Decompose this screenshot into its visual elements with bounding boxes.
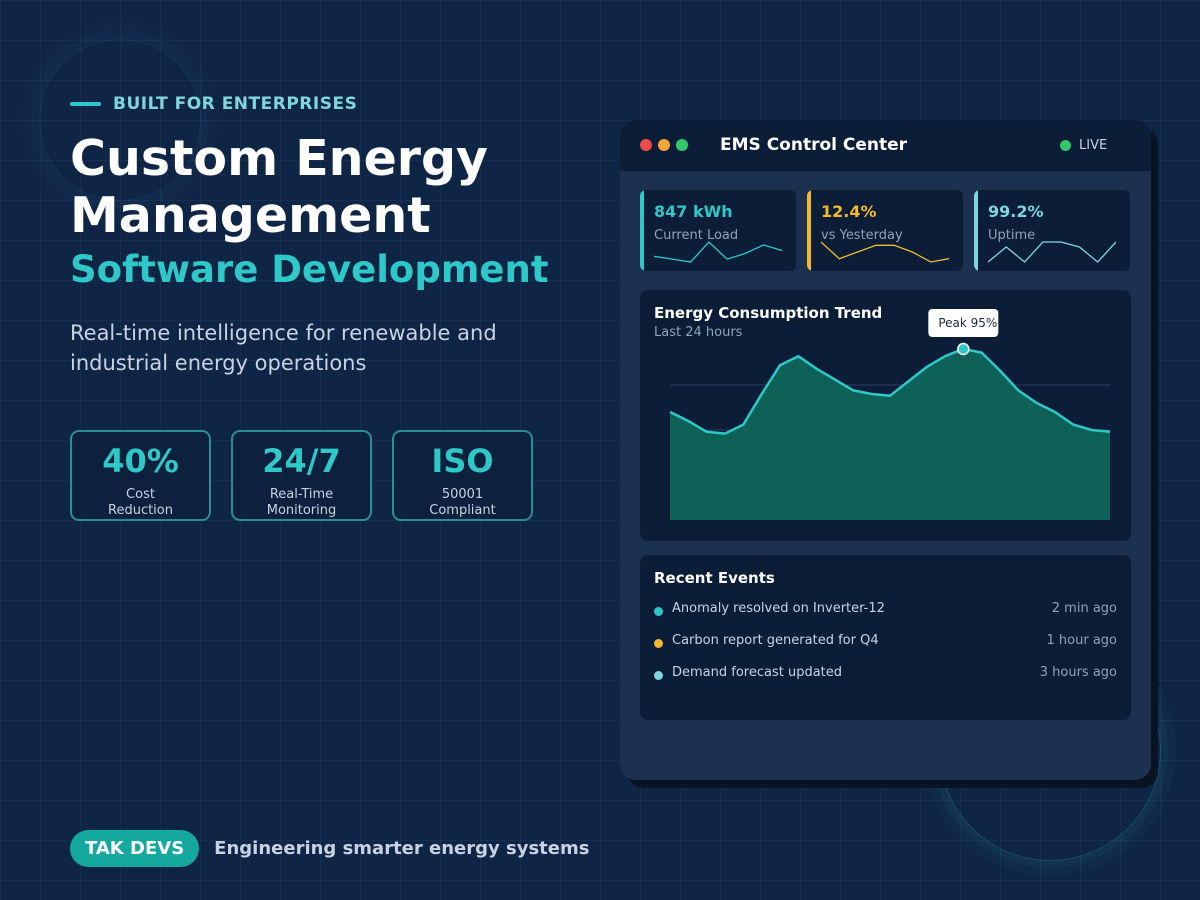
event-item[interactable]: Carbon report generated for Q4 1 hour ag… <box>654 633 1117 653</box>
kpi-sparkline <box>654 241 782 263</box>
events-title: Recent Events <box>654 569 775 587</box>
kpi-sparkline <box>988 241 1116 263</box>
live-indicator: LIVE <box>1060 138 1107 153</box>
hero-description: Real-time intelligence for renewable and… <box>70 321 497 375</box>
maximize-window-dot-icon[interactable] <box>676 139 688 151</box>
event-text: Carbon report generated for Q4 <box>672 633 879 648</box>
event-time: 1 hour ago <box>1046 633 1117 648</box>
page-title: Custom Energy Management <box>70 130 488 244</box>
event-status-dot-icon <box>654 607 663 616</box>
stat-card-iso: ISO 50001 Compliant <box>392 430 533 521</box>
event-text: Demand forecast updated <box>672 665 843 680</box>
stat-label: 50001 Compliant <box>429 487 496 518</box>
stat-value: ISO <box>431 442 494 480</box>
brand-tagline: Engineering smarter energy systems <box>214 838 590 859</box>
title-line-1: Custom Energy <box>70 130 488 187</box>
peak-marker <box>957 342 970 356</box>
kpi-accent-bar <box>974 190 978 271</box>
event-item[interactable]: Demand forecast updated 3 hours ago <box>654 665 1117 685</box>
window-title: EMS Control Center <box>720 135 908 155</box>
chart-title: Energy Consumption Trend <box>654 304 883 322</box>
sparkline-line <box>654 241 782 263</box>
kpi-card-uptime[interactable]: 99.2% Uptime <box>974 190 1130 271</box>
page-subtitle: Software Development <box>70 248 549 291</box>
footer: TAK DEVS Engineering smarter energy syst… <box>70 830 589 867</box>
title-line-2: Management <box>70 187 431 244</box>
stat-label: Real-Time Monitoring <box>266 487 337 518</box>
sparkline-line <box>988 241 1116 263</box>
recent-events-card: Recent Events Anomaly resolved on Invert… <box>640 555 1131 720</box>
live-status-dot-icon <box>1060 140 1071 151</box>
chart-area-fill <box>670 349 1110 520</box>
peak-tooltip-label: Peak 95% <box>938 316 997 330</box>
minimize-window-dot-icon[interactable] <box>658 139 670 151</box>
dashboard-window: EMS Control Center LIVE 847 kWh Current … <box>620 120 1151 780</box>
event-status-dot-icon <box>654 671 663 680</box>
kpi-accent-bar <box>640 190 644 271</box>
stats-row: 40% Cost Reduction 24/7 Real-Time Monito… <box>70 430 533 521</box>
energy-trend-chart-card: Peak 95% Energy Consumption Trend Last 2… <box>640 290 1131 541</box>
chart-subtitle: Last 24 hours <box>654 325 743 340</box>
kpi-card-current-load[interactable]: 847 kWh Current Load <box>640 190 796 271</box>
kpi-value: 12.4% <box>821 202 877 221</box>
stat-label: Cost Reduction <box>108 487 173 518</box>
eyebrow: BUILT FOR ENTERPRISES <box>70 94 357 114</box>
event-text: Anomaly resolved on Inverter-12 <box>672 601 885 616</box>
kpi-value: 99.2% <box>988 202 1044 221</box>
window-titlebar: EMS Control Center LIVE <box>620 120 1151 171</box>
kpi-sparkline <box>821 241 949 263</box>
event-item[interactable]: Anomaly resolved on Inverter-12 2 min ag… <box>654 601 1117 621</box>
sparkline-line <box>821 241 949 263</box>
event-status-dot-icon <box>654 639 663 648</box>
stat-value: 40% <box>102 442 179 480</box>
stat-card-monitoring: 24/7 Real-Time Monitoring <box>231 430 372 521</box>
kpi-value: 847 kWh <box>654 202 733 221</box>
eyebrow-text: BUILT FOR ENTERPRISES <box>113 94 358 114</box>
kpi-card-vs-yesterday[interactable]: 12.4% vs Yesterday <box>807 190 963 271</box>
brand-badge[interactable]: TAK DEVS <box>70 830 200 867</box>
stat-value: 24/7 <box>262 442 341 480</box>
close-window-dot-icon[interactable] <box>640 139 652 151</box>
eyebrow-bar <box>70 102 101 106</box>
stat-card-cost: 40% Cost Reduction <box>70 430 211 521</box>
event-time: 3 hours ago <box>1039 665 1117 680</box>
event-time: 2 min ago <box>1051 601 1117 616</box>
live-label: LIVE <box>1079 138 1108 153</box>
kpi-accent-bar <box>807 190 811 271</box>
